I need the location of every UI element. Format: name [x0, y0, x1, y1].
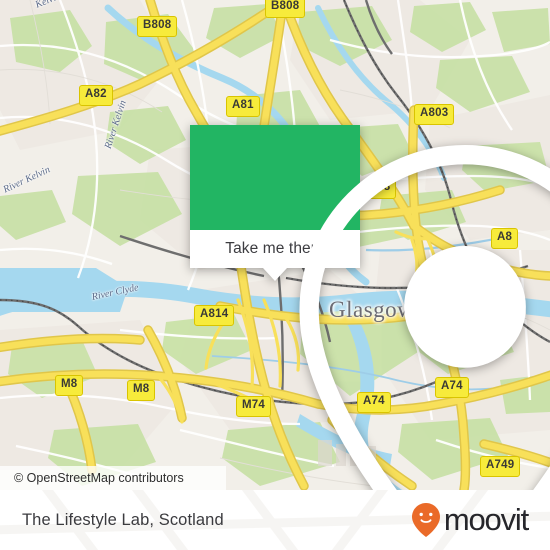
map-screenshot: B808 B808 A82 A81 A803 M8 A8 A814 M8 M8 M74 A74 A74 A…	[0, 0, 550, 550]
road-shield: A803	[414, 104, 455, 125]
map-pin-icon	[299, 145, 550, 490]
attribution-text: © OpenStreetMap contributors	[14, 471, 184, 485]
road-shield: M8	[127, 380, 156, 401]
place-title: The Lifestyle Lab, Scotland	[22, 510, 224, 529]
road-shield: B808	[137, 16, 178, 37]
footer-bar: The Lifestyle Lab, Scotland moovit	[0, 490, 550, 550]
moovit-logo[interactable]: moovit	[411, 502, 529, 538]
road-shield: A82	[79, 85, 113, 106]
location-popup[interactable]: Take me there	[190, 125, 550, 490]
popup-header	[190, 125, 550, 490]
map-attribution: © OpenStreetMap contributors	[0, 466, 226, 490]
moovit-wordmark: moovit	[443, 502, 529, 537]
road-shield: B808	[265, 0, 306, 18]
moovit-pin-smiley-icon	[411, 503, 440, 537]
road-shield: M8	[55, 375, 84, 396]
popup-tail	[263, 268, 287, 281]
road-shield: A81	[226, 96, 260, 117]
map-canvas[interactable]: B808 B808 A82 A81 A803 M8 A8 A814 M8 M8 M74 A74 A74 A…	[0, 0, 550, 490]
